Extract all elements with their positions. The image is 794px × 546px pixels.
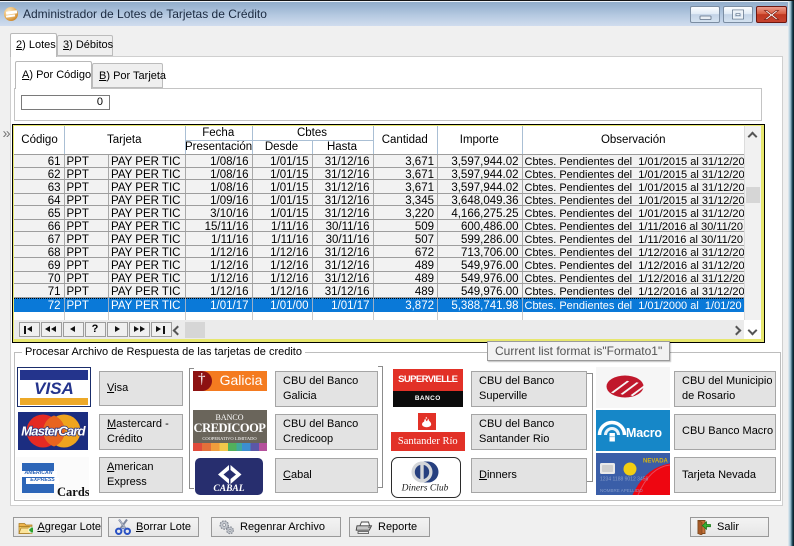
svg-text:1234 1188 9012 3456: 1234 1188 9012 3456	[600, 477, 649, 483]
svg-text:Diners Club: Diners Club	[401, 483, 449, 493]
svg-text:CABAL: CABAL	[213, 484, 244, 494]
svg-text:NOMBRE APELLIDO: NOMBRE APELLIDO	[600, 488, 643, 493]
svg-text:NEVADA: NEVADA	[643, 459, 669, 465]
svg-text:Macro: Macro	[626, 426, 662, 440]
svg-text:MasterCard: MasterCard	[21, 424, 86, 439]
